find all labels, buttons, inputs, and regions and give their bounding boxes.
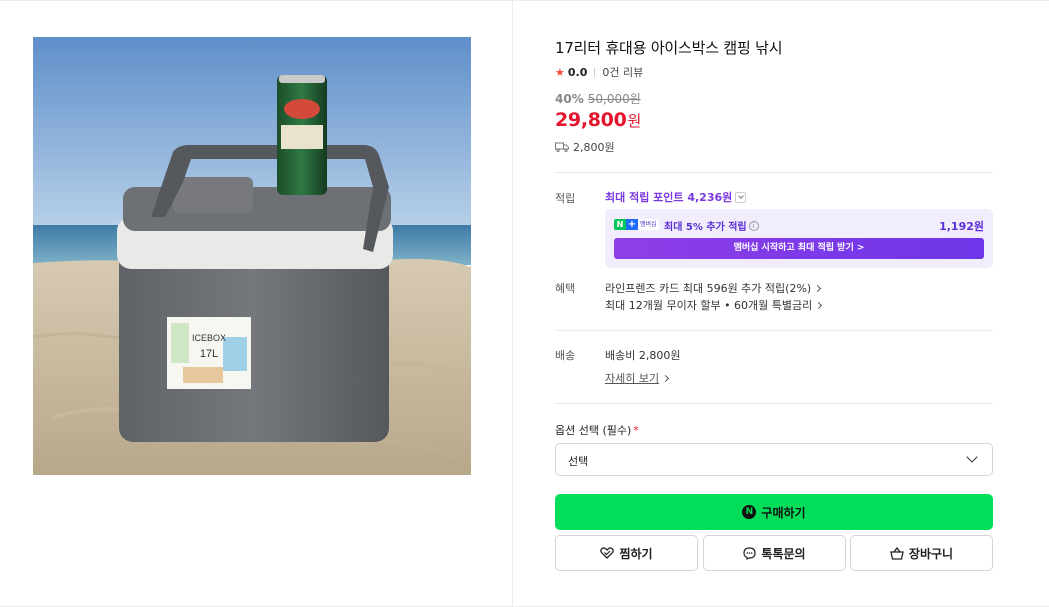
buy-button-label: 구매하기 xyxy=(761,505,806,520)
talk-button-label: 톡톡문의 xyxy=(761,546,806,561)
shipping-row: 2,800원 xyxy=(555,139,615,155)
wish-button-label: 찜하기 xyxy=(619,546,653,561)
wish-button[interactable]: 찜하기 xyxy=(555,535,698,571)
membership-extra-text: 최대 5% 추가 적립 xyxy=(664,222,747,233)
chevron-right-icon xyxy=(814,284,822,292)
chevron-down-icon xyxy=(966,451,978,463)
rating-divider xyxy=(594,67,596,77)
buy-button[interactable]: N 구매하기 xyxy=(555,494,993,530)
option-label: 옵션 선택 (필수) * xyxy=(555,422,639,438)
naver-n-icon: N xyxy=(614,219,626,230)
column-divider xyxy=(512,1,513,607)
points-label: 적립 xyxy=(555,192,576,205)
product-detail-page: ICEBOX 17L 17리터 휴대용 아이스박스 캠핑 낚시 ★ 0.0 0건… xyxy=(0,0,1049,607)
option-label-text: 옵션 선택 (필수) xyxy=(555,424,632,437)
cart-button[interactable]: 장바구니 xyxy=(850,535,993,571)
delivery-fee: 배송비 2,800원 xyxy=(605,349,681,362)
membership-start-button[interactable]: 멤버십 시작하고 최대 적립 받기 > xyxy=(614,238,984,259)
original-price: 50,000원 xyxy=(587,92,641,106)
membership-amount: 1,192원 xyxy=(939,220,984,233)
benefit-card-points[interactable]: 라인프렌즈 카드 최대 596원 추가 적립(2%) xyxy=(605,280,822,296)
benefit-installment[interactable]: 최대 12개월 무이자 할부 • 60개월 특별금리 xyxy=(605,297,823,313)
product-image[interactable]: ICEBOX 17L xyxy=(33,37,471,475)
membership-box: N + 멤버십 최대 5% 추가 적립 i 1,192원 멤버십 시작하고 최대… xyxy=(605,209,993,268)
truck-icon xyxy=(555,142,569,152)
heart-icon xyxy=(600,547,615,559)
talk-inquiry-button[interactable]: 톡톡문의 xyxy=(703,535,846,571)
plus-icon: + xyxy=(626,219,638,230)
max-points-text: 최대 적립 포인트 4,236원 xyxy=(605,191,733,204)
option-select[interactable]: 선택 xyxy=(555,443,993,476)
info-icon[interactable]: i xyxy=(748,220,759,231)
naver-pay-icon: N xyxy=(742,505,757,519)
chevron-right-icon xyxy=(662,374,670,382)
shopping-basket-icon xyxy=(890,546,904,560)
chevron-right-icon xyxy=(815,301,823,309)
discount-rate: 40% xyxy=(555,92,584,106)
section-divider xyxy=(555,172,993,173)
star-icon: ★ xyxy=(555,65,565,79)
required-mark: * xyxy=(633,424,639,437)
cooler-label-size: 17L xyxy=(200,348,218,360)
cart-button-label: 장바구니 xyxy=(908,546,954,561)
option-select-value: 선택 xyxy=(568,455,589,468)
rating-score: 0.0 xyxy=(567,65,588,79)
section-divider xyxy=(555,330,993,331)
delivery-detail-link[interactable]: 자세히 보기 xyxy=(605,370,670,386)
product-title: 17리터 휴대용 아이스박스 캠핑 낚시 xyxy=(555,39,783,57)
benefit-text: 라인프렌즈 카드 최대 596원 추가 적립(2%) xyxy=(605,282,812,295)
chat-icon xyxy=(743,546,757,560)
discount-row: 40% 50,000원 xyxy=(555,90,641,107)
cooler-label-brand: ICEBOX xyxy=(192,333,226,343)
max-points-toggle[interactable]: 최대 적립 포인트 4,236원 xyxy=(605,189,747,205)
membership-extra-points: 최대 5% 추가 적립 i xyxy=(664,218,759,233)
chevron-down-icon xyxy=(735,191,747,203)
detail-link-text: 자세히 보기 xyxy=(605,372,660,385)
benefits-label: 혜택 xyxy=(555,282,576,295)
sale-price-row: 29,800 원 xyxy=(555,109,641,131)
sale-price-unit: 원 xyxy=(627,112,642,130)
shipping-fee: 2,800원 xyxy=(573,141,615,154)
sale-price: 29,800 xyxy=(555,109,627,131)
review-count[interactable]: 0건 리뷰 xyxy=(602,64,643,80)
membership-badge-label: 멤버십 xyxy=(638,219,659,230)
delivery-label: 배송 xyxy=(555,349,576,362)
naver-plus-membership-badge: N + 멤버십 xyxy=(614,219,659,230)
benefit-text: 최대 12개월 무이자 할부 • 60개월 특별금리 xyxy=(605,299,813,312)
rating-row[interactable]: ★ 0.0 0건 리뷰 xyxy=(555,64,643,80)
section-divider xyxy=(555,403,993,404)
product-photo-icon: ICEBOX 17L xyxy=(33,37,471,475)
